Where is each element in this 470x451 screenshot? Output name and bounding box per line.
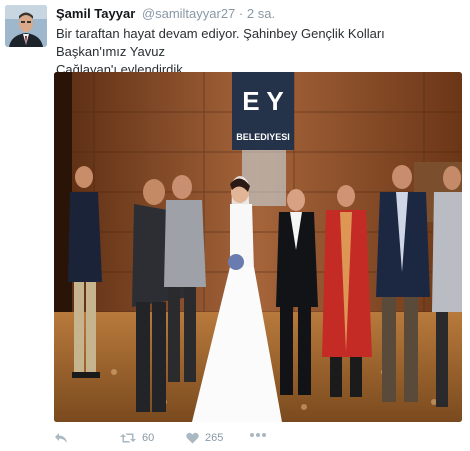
tweet-text: Bir taraftan hayat devam ediyor. Şahinbe… [56, 25, 456, 79]
more-button[interactable] [250, 432, 266, 438]
heart-icon [186, 432, 199, 444]
reply-icon [54, 432, 68, 444]
separator-dot: · [238, 6, 244, 21]
like-button[interactable]: 265 [186, 432, 223, 444]
like-count: 265 [205, 432, 224, 444]
reply-button[interactable] [54, 432, 68, 444]
retweet-button[interactable]: 60 [120, 432, 154, 444]
avatar[interactable] [5, 5, 47, 47]
retweet-count: 60 [142, 432, 155, 444]
tweet-text-line-1: Bir taraftan hayat devam ediyor. Şahinbe… [56, 26, 385, 59]
banner-letters: E Y [242, 86, 283, 116]
tweet-header: Şamil Tayyar @samiltayyar27 · 2 sa. [56, 6, 275, 22]
timestamp[interactable]: 2 sa. [247, 6, 275, 21]
more-dots-icon [250, 432, 266, 438]
author-name[interactable]: Şamil Tayyar [56, 6, 135, 21]
tweet-photo[interactable]: E Y BELEDIYESI [54, 72, 462, 422]
tweet-actions: 60 265 [54, 432, 464, 448]
retweet-icon [120, 432, 136, 444]
banner-word: BELEDIYESI [236, 132, 290, 142]
author-handle[interactable]: @samiltayyar27 [142, 6, 235, 21]
